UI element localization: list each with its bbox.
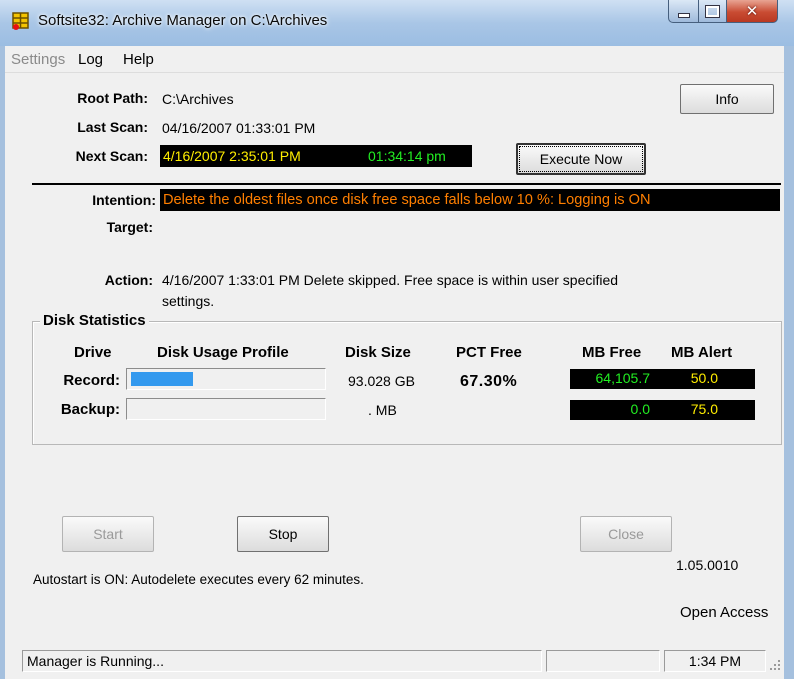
intention-label: Intention: bbox=[92, 192, 156, 208]
header-drive: Drive bbox=[74, 344, 112, 361]
record-usage-bar bbox=[126, 368, 326, 390]
divider bbox=[32, 183, 781, 185]
autostart-text: Autostart is ON: Autodelete executes eve… bbox=[33, 572, 364, 587]
header-disk-size: Disk Size bbox=[345, 344, 411, 361]
status-panel-empty bbox=[546, 650, 660, 672]
intention-text: Delete the oldest files once disk free s… bbox=[163, 192, 651, 208]
start-button[interactable]: Start bbox=[62, 516, 154, 552]
status-message: Manager is Running... bbox=[27, 653, 164, 669]
stop-button-label: Stop bbox=[268, 526, 298, 542]
header-mb-alert: MB Alert bbox=[671, 344, 733, 361]
last-scan-label: Last Scan: bbox=[77, 119, 148, 135]
drive-record-label: Record: bbox=[63, 372, 120, 389]
execute-now-button[interactable]: Execute Now bbox=[516, 143, 646, 175]
record-pct-free: 67.30% bbox=[460, 373, 518, 390]
backup-disk-size: . MB bbox=[368, 402, 397, 418]
close-window-button[interactable]: ✕ bbox=[726, 0, 778, 23]
root-path-label: Root Path: bbox=[77, 90, 148, 106]
next-scan-value: 4/16/2007 2:35:01 PM bbox=[163, 148, 301, 164]
action-text-line2: settings. bbox=[162, 293, 215, 309]
close-button[interactable]: Close bbox=[580, 516, 672, 552]
maximize-icon bbox=[705, 4, 720, 18]
window-border-left bbox=[0, 46, 5, 679]
drive-backup-label: Backup: bbox=[60, 401, 120, 418]
header-disk-usage-profile: Disk Usage Profile bbox=[157, 344, 289, 361]
menu-bar bbox=[5, 46, 784, 73]
close-icon: ✕ bbox=[745, 3, 759, 20]
header-pct-free: PCT Free bbox=[456, 344, 522, 361]
start-button-label: Start bbox=[93, 526, 123, 542]
stop-button[interactable]: Stop bbox=[237, 516, 329, 552]
backup-usage-bar bbox=[126, 398, 326, 420]
root-path-value: C:\Archives bbox=[162, 91, 234, 107]
header-mb-free: MB Free bbox=[582, 344, 642, 361]
close-button-label: Close bbox=[608, 526, 644, 542]
action-text-line1: 4/16/2007 1:33:01 PM Delete skipped. Fre… bbox=[162, 272, 619, 288]
backup-mb-free: 0.0 bbox=[630, 401, 650, 417]
next-scan-label: Next Scan: bbox=[75, 148, 148, 164]
action-label: Action: bbox=[104, 272, 153, 288]
next-scan-countdown: 01:34:14 pm bbox=[368, 148, 446, 164]
window-border-right bbox=[784, 46, 794, 679]
status-time: 1:34 PM bbox=[688, 653, 742, 669]
record-usage-fill bbox=[131, 372, 193, 386]
menu-help[interactable]: Help bbox=[123, 51, 154, 68]
maximize-button[interactable] bbox=[698, 0, 727, 23]
record-disk-size: 93.028 GB bbox=[348, 373, 415, 389]
minimize-icon bbox=[677, 12, 690, 18]
version-label: 1.05.0010 bbox=[676, 557, 739, 573]
target-label: Target: bbox=[106, 219, 153, 235]
record-mb-free: 64,105.7 bbox=[595, 370, 651, 386]
access-label: Open Access bbox=[680, 604, 769, 621]
menu-log[interactable]: Log bbox=[78, 51, 103, 68]
window-title: Softsite32: Archive Manager on C:\Archiv… bbox=[38, 12, 328, 29]
status-message-panel: Manager is Running... bbox=[22, 650, 542, 672]
record-mb-alert: 50.0 bbox=[690, 370, 718, 386]
status-time-panel: 1:34 PM bbox=[664, 650, 766, 672]
menu-settings[interactable]: Settings bbox=[11, 51, 65, 68]
resize-grip-icon bbox=[770, 660, 780, 670]
backup-mb-alert: 75.0 bbox=[690, 401, 718, 417]
info-button[interactable]: Info bbox=[680, 84, 774, 114]
app-icon[interactable] bbox=[12, 12, 30, 30]
disk-statistics-title: Disk Statistics bbox=[40, 312, 149, 329]
last-scan-value: 04/16/2007 01:33:01 PM bbox=[162, 120, 316, 136]
minimize-button[interactable] bbox=[668, 0, 699, 23]
resize-grip[interactable] bbox=[768, 656, 782, 672]
